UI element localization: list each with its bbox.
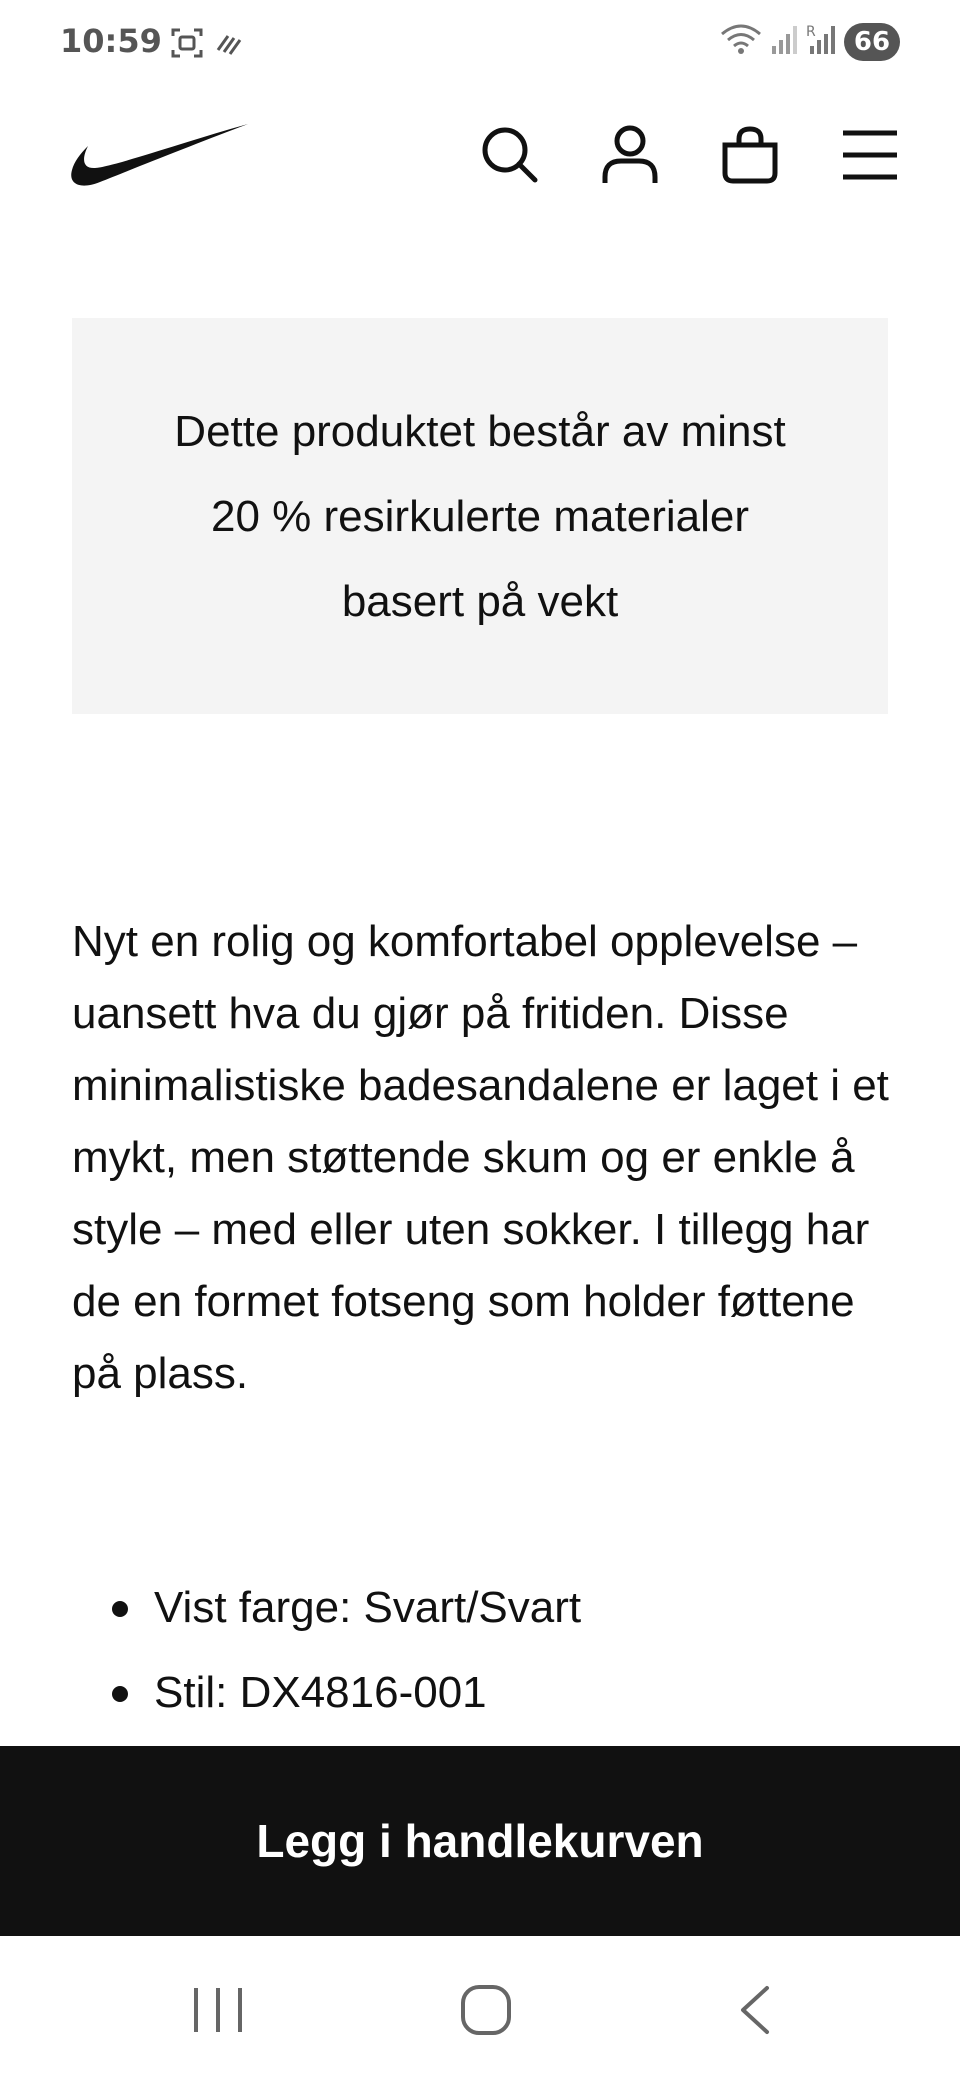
- detail-color-text: Vist farge: Svart/Svart: [154, 1583, 582, 1632]
- add-to-cart-button[interactable]: Legg i handlekurven: [0, 1746, 960, 1936]
- recent-apps-icon[interactable]: [190, 1984, 246, 2036]
- status-bar: 10:59 R 66: [0, 0, 960, 86]
- svg-text:R: R: [806, 24, 816, 40]
- detail-style-text: Stil: DX4816-001: [154, 1668, 487, 1717]
- nfc-icon: [214, 26, 244, 65]
- bag-icon[interactable]: [720, 122, 780, 188]
- header-icons: [480, 122, 900, 188]
- detail-style: Stil: DX4816-001: [72, 1650, 892, 1735]
- bullet: [112, 1601, 128, 1617]
- nike-swoosh-logo[interactable]: [70, 122, 248, 195]
- signal-roaming-icon: R: [806, 22, 836, 61]
- battery-icon: 66: [844, 22, 900, 61]
- system-nav-bar: [0, 1936, 960, 2080]
- screenshot-icon: [170, 26, 204, 65]
- search-icon[interactable]: [480, 122, 540, 188]
- status-time: 10:59: [60, 22, 162, 60]
- detail-color: Vist farge: Svart/Svart: [72, 1565, 892, 1650]
- wifi-icon: [720, 22, 762, 61]
- bullet: [112, 1686, 128, 1702]
- product-details-list: Vist farge: Svart/Svart Stil: DX4816-001: [72, 1565, 892, 1735]
- notice-text: Dette produktet består av minst 20 % res…: [174, 406, 786, 626]
- site-header: [0, 100, 960, 220]
- menu-icon[interactable]: [840, 122, 900, 188]
- signal-icon: [770, 22, 798, 61]
- recycled-materials-notice: Dette produktet består av minst 20 % res…: [72, 318, 888, 714]
- back-icon[interactable]: [735, 1984, 775, 2036]
- home-icon[interactable]: [460, 1984, 512, 2036]
- account-icon[interactable]: [600, 122, 660, 188]
- product-description: Nyt en rolig og komfortabel opplevelse –…: [72, 917, 889, 1398]
- status-right: R 66: [720, 22, 900, 61]
- status-left-icons: [170, 26, 244, 65]
